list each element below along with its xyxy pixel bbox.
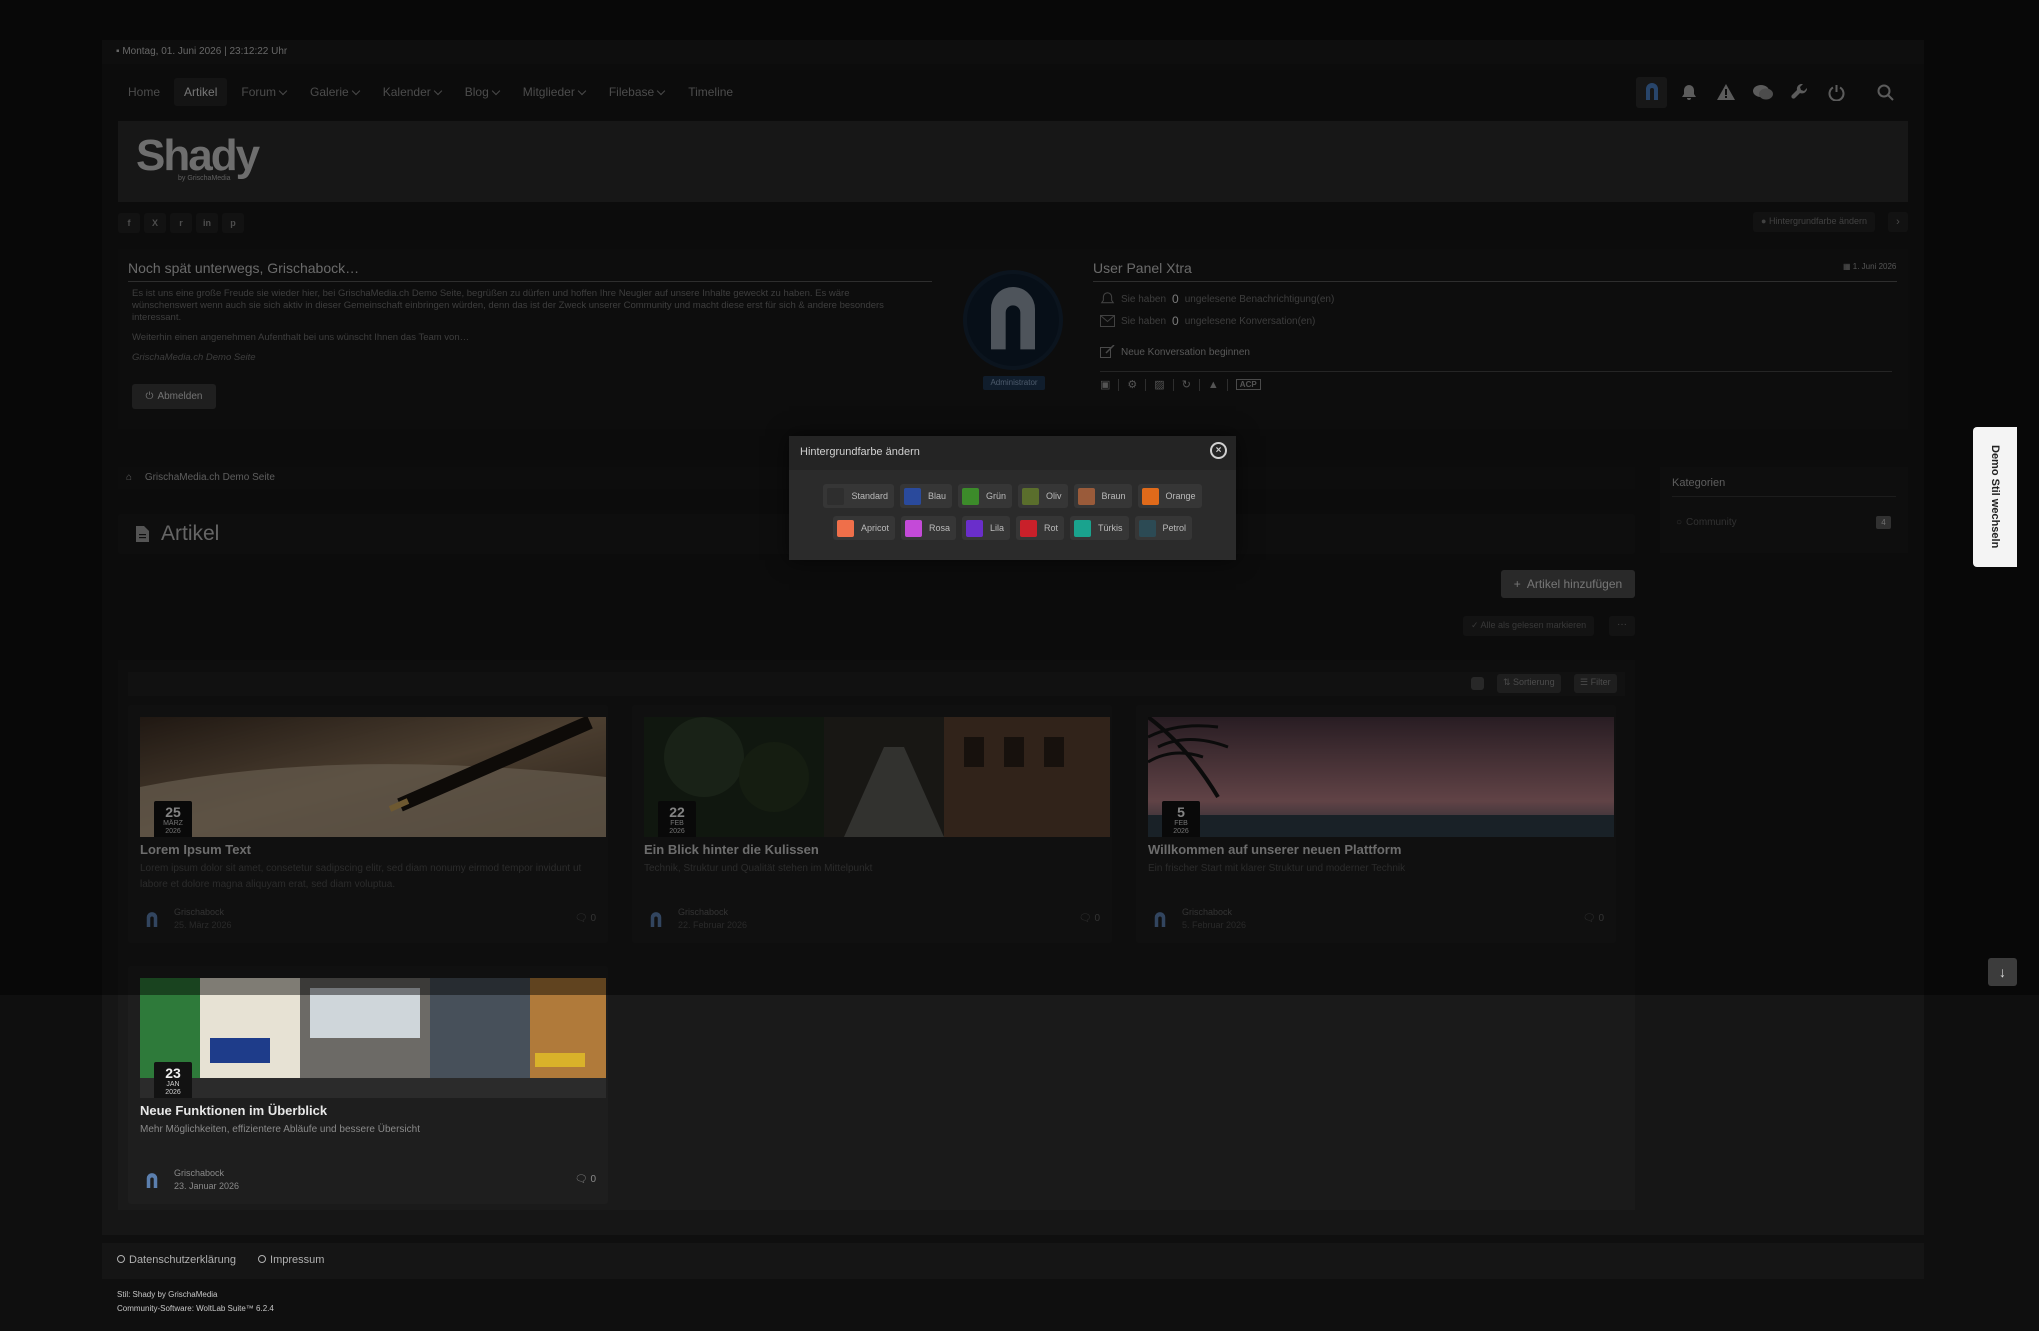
article-image-shopfront [140,978,606,1098]
footer-imprint-link[interactable]: Impressum [258,1254,324,1268]
color-chip [1020,519,1037,537]
color-chip [836,519,854,537]
article-card[interactable]: 23 JAN 2026 Neue Funktionen im Überblick M… [128,966,608,1204]
swatch-apricot[interactable]: Apricot [832,516,895,540]
circle-icon [258,1255,267,1263]
swatch-rot[interactable]: Rot [1016,516,1065,540]
swatch-gruen[interactable]: Grün [957,484,1012,508]
close-icon[interactable]: × [1210,442,1227,459]
color-chip [1022,487,1039,505]
color-chip [1141,487,1159,505]
copyright: Stil: Shady by GrischaMedia Community-So… [117,1288,274,1316]
swatch-braun[interactable]: Braun [1073,484,1132,508]
comments-icon: 🗨 [574,1174,588,1185]
copyright-software[interactable]: Community-Software: WoltLab Suite™ 6.2.4 [117,1302,274,1316]
swatch-lila[interactable]: Lila [961,516,1010,540]
color-chip [1138,519,1156,537]
color-chip [965,519,983,537]
footer-privacy-link[interactable]: Datenschutzerklärung [117,1254,236,1268]
article-teaser: Mehr Möglichkeiten, effizientere Abläufe… [140,1124,420,1135]
dialog-title: Hintergrundfarbe ändern [789,436,1236,470]
date-badge: 23 JAN 2026 [154,1062,192,1098]
swatch-petrol[interactable]: Petrol [1134,516,1193,540]
footer-links: Datenschutzerklärung Impressum [102,1243,1924,1279]
comment-count: 🗨 0 [574,1174,596,1185]
article-image[interactable]: 23 JAN 2026 [140,978,606,1098]
color-chip [827,487,845,505]
color-chip [904,519,922,537]
color-chip [1077,487,1095,505]
swatch-blau[interactable]: Blau [899,484,952,508]
article-date: 23. Januar 2026 [174,1181,240,1191]
scroll-down-button[interactable]: ↓ [1988,958,2017,986]
color-swatch-list: Standard Blau Grün Oliv Braun Orange Apr… [799,484,1226,540]
swatch-tuerkis[interactable]: Türkis [1070,516,1129,540]
color-chip [1074,519,1092,537]
swatch-standard[interactable]: Standard [823,484,894,508]
article-author[interactable]: Grischabock [174,1168,224,1178]
swatch-rosa[interactable]: Rosa [900,516,956,540]
swatch-orange[interactable]: Orange [1137,484,1202,508]
article-title[interactable]: Neue Funktionen im Überblick [140,1103,327,1118]
demo-style-label[interactable]: Demo Stil wechseln [1973,427,2017,567]
copyright-style[interactable]: Stil: Shady by GrischaMedia [117,1288,274,1302]
circle-icon [117,1255,125,1263]
swatch-oliv[interactable]: Oliv [1018,484,1068,508]
color-chip [961,487,979,505]
color-chip [903,487,921,505]
avatar[interactable] [140,1169,164,1193]
